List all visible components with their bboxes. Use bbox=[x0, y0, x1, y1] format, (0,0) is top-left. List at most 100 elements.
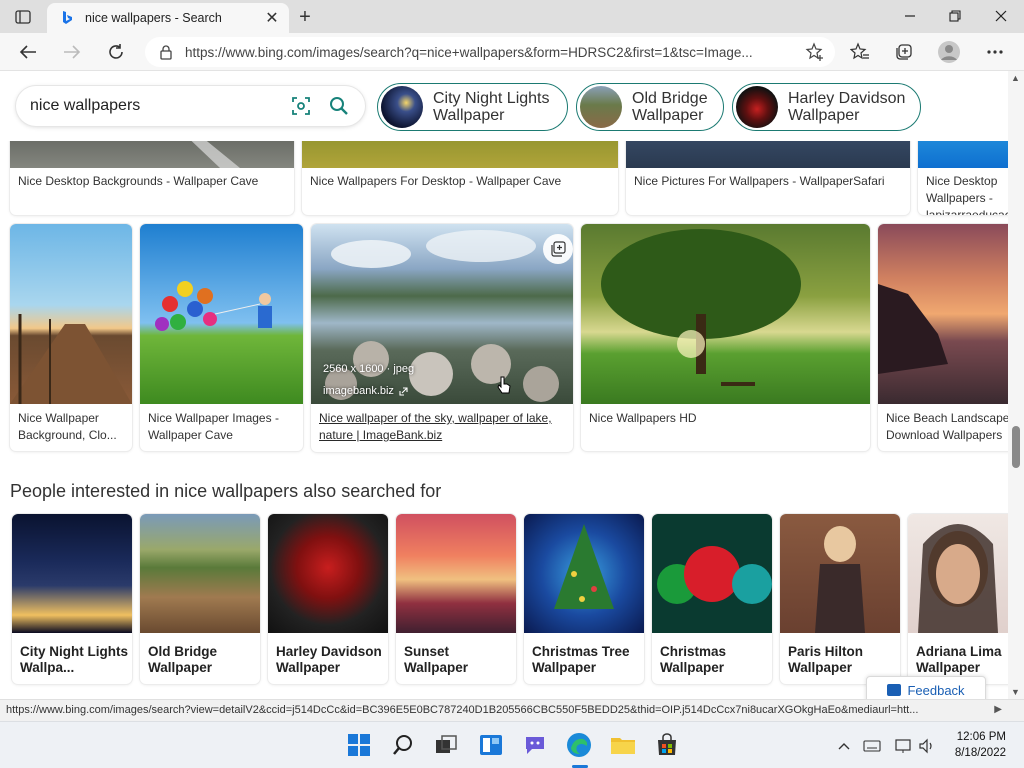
add-to-collection-button[interactable] bbox=[543, 234, 573, 264]
microsoft-store-icon[interactable] bbox=[653, 731, 681, 759]
scrollbar-thumb[interactable] bbox=[1012, 426, 1020, 468]
profile-avatar-icon[interactable] bbox=[935, 38, 963, 66]
feedback-label: Feedback bbox=[907, 682, 965, 698]
vertical-scrollbar[interactable]: ▲ ▼ bbox=[1008, 71, 1024, 699]
clock-date: 8/18/2022 bbox=[954, 747, 1006, 759]
start-windows-icon[interactable] bbox=[345, 731, 373, 759]
keyboard-icon[interactable] bbox=[862, 736, 882, 756]
result-image[interactable] bbox=[140, 224, 303, 404]
network-icon[interactable] bbox=[893, 736, 913, 756]
result-caption[interactable]: Nice Wallpaper Images - Wallpaper Cave bbox=[148, 410, 297, 444]
result-image[interactable] bbox=[878, 224, 1008, 404]
pill-label: Harley Davidson Wallpaper bbox=[788, 90, 906, 124]
result-caption[interactable]: Nice Beach Landscape Download Wallpapers bbox=[886, 410, 1008, 444]
result-caption[interactable]: Nice Wallpaper Background, Clo... bbox=[18, 410, 126, 444]
related-label: City Night Lights Wallpa... bbox=[20, 644, 128, 675]
image-result-tile-hovered[interactable]: 2560 x 1600 · jpeg imagebank.biz Nice wa… bbox=[311, 224, 573, 452]
volume-icon[interactable] bbox=[917, 736, 937, 756]
edge-browser-icon[interactable] bbox=[565, 731, 593, 759]
related-label: Christmas Wallpaper bbox=[660, 644, 727, 675]
search-icon[interactable] bbox=[327, 94, 351, 118]
search-box[interactable]: nice wallpapers bbox=[16, 86, 365, 126]
result-caption[interactable]: Nice Wallpapers HD bbox=[589, 410, 864, 427]
image-source[interactable]: imagebank.biz bbox=[323, 385, 408, 397]
file-explorer-icon[interactable] bbox=[609, 731, 637, 759]
system-clock[interactable]: 12:06 PM 8/18/2022 bbox=[955, 729, 1006, 761]
external-link-icon bbox=[399, 386, 408, 396]
task-view-icon[interactable] bbox=[432, 731, 460, 759]
taskbar: 12:06 PM 8/18/2022 bbox=[0, 721, 1024, 768]
browser-toolbar: https://www.bing.com/images/search?q=nic… bbox=[0, 33, 1024, 71]
related-thumbnail[interactable] bbox=[780, 514, 900, 633]
minimize-icon[interactable] bbox=[896, 4, 924, 28]
related-search-card[interactable]: Harley Davidson Wallpaper bbox=[268, 514, 388, 684]
result-caption[interactable]: Nice Desktop Backgrounds - Wallpaper Cav… bbox=[18, 173, 288, 190]
forward-icon[interactable] bbox=[58, 38, 86, 66]
show-hidden-icons-icon[interactable] bbox=[834, 736, 854, 756]
image-result-tile[interactable]: Nice Beach Landscape Download Wallpapers bbox=[878, 224, 1008, 451]
pill-label: City Night Lights Wallpaper bbox=[433, 90, 550, 124]
result-image[interactable] bbox=[311, 224, 573, 404]
add-to-collection-icon bbox=[551, 241, 566, 257]
close-window-icon[interactable] bbox=[987, 4, 1015, 28]
close-tab-icon[interactable]: ✕ bbox=[261, 7, 283, 29]
browser-tab[interactable]: nice wallpapers - Search ✕ bbox=[47, 3, 289, 33]
related-thumbnail[interactable] bbox=[268, 514, 388, 633]
back-icon[interactable] bbox=[14, 38, 42, 66]
new-tab-icon[interactable]: + bbox=[293, 5, 317, 29]
result-image[interactable] bbox=[581, 224, 870, 404]
related-label: Sunset Wallpaper bbox=[404, 644, 469, 675]
add-favorite-icon[interactable] bbox=[805, 42, 825, 62]
pill-thumbnail bbox=[381, 86, 423, 128]
search-input[interactable]: nice wallpapers bbox=[30, 97, 289, 115]
related-thumbnail[interactable] bbox=[652, 514, 772, 633]
status-scroll-right-icon[interactable]: ▶ bbox=[994, 704, 1002, 715]
related-search-card[interactable]: City Night Lights Wallpa... bbox=[12, 514, 132, 684]
image-result-tile[interactable]: Nice Wallpapers HD bbox=[581, 224, 870, 451]
result-image[interactable] bbox=[10, 224, 132, 404]
related-thumbnail[interactable] bbox=[908, 514, 1008, 633]
related-search-card[interactable]: Old Bridge Wallpaper bbox=[140, 514, 260, 684]
related-thumbnail[interactable] bbox=[524, 514, 644, 633]
widgets-icon[interactable] bbox=[477, 731, 505, 759]
scroll-down-icon[interactable]: ▼ bbox=[1011, 687, 1020, 697]
collections-icon[interactable] bbox=[890, 38, 918, 66]
related-search-pill[interactable]: Harley Davidson Wallpaper bbox=[732, 83, 921, 131]
result-caption-link[interactable]: Nice wallpaper of the sky, wallpaper of … bbox=[319, 410, 567, 444]
address-bar[interactable]: https://www.bing.com/images/search?q=nic… bbox=[145, 37, 835, 67]
restore-icon[interactable] bbox=[941, 4, 969, 28]
related-label: Christmas Tree Wallpaper bbox=[532, 644, 630, 675]
pill-thumbnail bbox=[580, 86, 622, 128]
result-caption[interactable]: Nice Pictures For Wallpapers - Wallpaper… bbox=[634, 173, 904, 190]
feedback-button[interactable]: Feedback bbox=[866, 676, 986, 699]
teams-chat-icon[interactable] bbox=[521, 731, 549, 759]
related-search-card[interactable]: Christmas Tree Wallpaper bbox=[524, 514, 644, 684]
scroll-up-icon[interactable]: ▲ bbox=[1011, 73, 1020, 83]
related-thumbnail[interactable] bbox=[12, 514, 132, 633]
image-result-tile[interactable]: Nice Wallpaper Background, Clo... bbox=[10, 224, 132, 451]
related-label: Harley Davidson Wallpaper bbox=[276, 644, 382, 675]
result-caption[interactable]: Nice Desktop Wallpapers - lapizarraeduca… bbox=[926, 173, 1008, 215]
search-taskbar-icon[interactable] bbox=[389, 731, 417, 759]
lock-icon[interactable] bbox=[159, 44, 173, 60]
related-search-card[interactable]: Paris Hilton Wallpaper bbox=[780, 514, 900, 684]
favorites-icon[interactable] bbox=[846, 38, 874, 66]
related-search-pill[interactable]: Old Bridge Wallpaper bbox=[576, 83, 724, 131]
related-thumbnail[interactable] bbox=[396, 514, 516, 633]
related-label: Old Bridge Wallpaper bbox=[148, 644, 218, 675]
refresh-icon[interactable] bbox=[102, 38, 130, 66]
pill-thumbnail bbox=[736, 86, 778, 128]
related-search-card[interactable]: Christmas Wallpaper bbox=[652, 514, 772, 684]
related-search-card[interactable]: Sunset Wallpaper bbox=[396, 514, 516, 684]
visual-search-icon[interactable] bbox=[289, 94, 313, 118]
image-dimensions: 2560 x 1600 · jpeg bbox=[323, 363, 415, 375]
related-thumbnail[interactable] bbox=[140, 514, 260, 633]
related-search-pill[interactable]: City Night Lights Wallpaper bbox=[377, 83, 568, 131]
image-result-tile[interactable]: Nice Wallpaper Images - Wallpaper Cave bbox=[140, 224, 303, 451]
related-label: Adriana Lima Wallpaper bbox=[916, 644, 1002, 675]
related-search-card[interactable]: Adriana Lima Wallpaper bbox=[908, 514, 1008, 684]
status-bar: https://www.bing.com/images/search?view=… bbox=[0, 699, 1024, 721]
settings-more-icon[interactable] bbox=[981, 38, 1009, 66]
tab-actions-icon[interactable] bbox=[10, 6, 36, 28]
result-caption[interactable]: Nice Wallpapers For Desktop - Wallpaper … bbox=[310, 173, 612, 190]
